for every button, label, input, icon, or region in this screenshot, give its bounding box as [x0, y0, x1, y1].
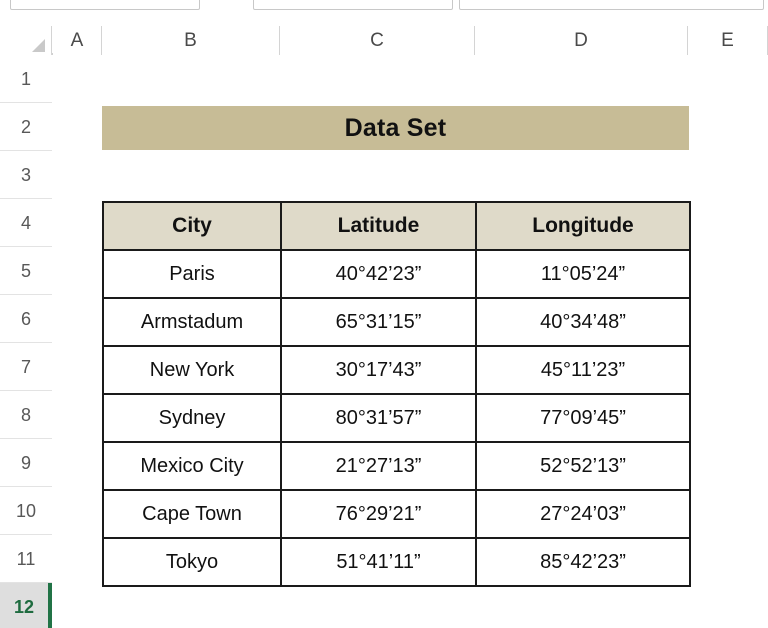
longitude-cell[interactable]: 27°24’03”: [475, 489, 691, 539]
spreadsheet-window: ABCDE 1 2 3 4 5 6 7 8 9 10 11 12 Data Set City Lati…: [0, 0, 768, 628]
latitude-cell[interactable]: 65°31’15”: [280, 297, 477, 347]
column-header-city[interactable]: City: [102, 201, 282, 251]
row-header-9[interactable]: 9: [0, 439, 52, 487]
city-cell[interactable]: Armstadum: [102, 297, 282, 347]
latitude-cell[interactable]: 51°41’11”: [280, 537, 477, 587]
ribbon-strip: [0, 0, 768, 14]
ribbon-control-1[interactable]: [10, 0, 200, 10]
data-set-title-label: Data Set: [344, 113, 447, 142]
column-header-a[interactable]: A: [53, 26, 102, 55]
column-header-e[interactable]: E: [688, 26, 768, 55]
city-cell[interactable]: New York: [102, 345, 282, 395]
longitude-cell[interactable]: 11°05’24”: [475, 249, 691, 299]
column-header-bar: ABCDE: [0, 26, 768, 55]
longitude-cell[interactable]: 45°11’23”: [475, 345, 691, 395]
row-header-1[interactable]: 1: [0, 55, 52, 103]
grid-canvas[interactable]: Data Set City Latitude Longitude Paris 40…: [53, 55, 768, 628]
row-header-10[interactable]: 10: [0, 487, 52, 535]
table-row: Paris 40°42’23” 11°05’24”: [102, 249, 691, 299]
row-header-8[interactable]: 8: [0, 391, 52, 439]
column-header-latitude[interactable]: Latitude: [280, 201, 477, 251]
latitude-cell[interactable]: 21°27’13”: [280, 441, 477, 491]
city-cell[interactable]: Mexico City: [102, 441, 282, 491]
column-header-d[interactable]: D: [475, 26, 688, 55]
coordinates-table: City Latitude Longitude Paris 40°42’23” 11…: [102, 201, 691, 587]
ribbon-control-2[interactable]: [253, 0, 453, 10]
row-header-12[interactable]: 12: [0, 583, 52, 628]
table-header-row: City Latitude Longitude: [102, 201, 691, 251]
row-header-7[interactable]: 7: [0, 343, 52, 391]
table-row: New York 30°17’43” 45°11’23”: [102, 345, 691, 395]
select-all-corner[interactable]: [0, 26, 52, 55]
table-row: Armstadum 65°31’15” 40°34’48”: [102, 297, 691, 347]
city-cell[interactable]: Tokyo: [102, 537, 282, 587]
table-row: Sydney 80°31’57” 77°09’45”: [102, 393, 691, 443]
latitude-cell[interactable]: 30°17’43”: [280, 345, 477, 395]
longitude-cell[interactable]: 85°42’23”: [475, 537, 691, 587]
table-row: Mexico City 21°27’13” 52°52’13”: [102, 441, 691, 491]
select-all-triangle-icon: [32, 39, 45, 52]
row-header-5[interactable]: 5: [0, 247, 52, 295]
column-header-c[interactable]: C: [280, 26, 475, 55]
ribbon-control-3[interactable]: [459, 0, 764, 10]
city-cell[interactable]: Paris: [102, 249, 282, 299]
row-header-bar: 1 2 3 4 5 6 7 8 9 10 11 12: [0, 55, 52, 628]
latitude-cell[interactable]: 80°31’57”: [280, 393, 477, 443]
longitude-cell[interactable]: 52°52’13”: [475, 441, 691, 491]
data-set-title-banner[interactable]: Data Set: [102, 106, 689, 150]
row-header-6[interactable]: 6: [0, 295, 52, 343]
longitude-cell[interactable]: 40°34’48”: [475, 297, 691, 347]
column-header-b[interactable]: B: [102, 26, 280, 55]
table-row: Cape Town 76°29’21” 27°24’03”: [102, 489, 691, 539]
table-row: Tokyo 51°41’11” 85°42’23”: [102, 537, 691, 587]
latitude-cell[interactable]: 40°42’23”: [280, 249, 477, 299]
city-cell[interactable]: Sydney: [102, 393, 282, 443]
row-header-2[interactable]: 2: [0, 103, 52, 151]
row-header-11[interactable]: 11: [0, 535, 52, 583]
longitude-cell[interactable]: 77°09’45”: [475, 393, 691, 443]
row-header-3[interactable]: 3: [0, 151, 52, 199]
column-header-longitude[interactable]: Longitude: [475, 201, 691, 251]
city-cell[interactable]: Cape Town: [102, 489, 282, 539]
latitude-cell[interactable]: 76°29’21”: [280, 489, 477, 539]
row-header-4[interactable]: 4: [0, 199, 52, 247]
